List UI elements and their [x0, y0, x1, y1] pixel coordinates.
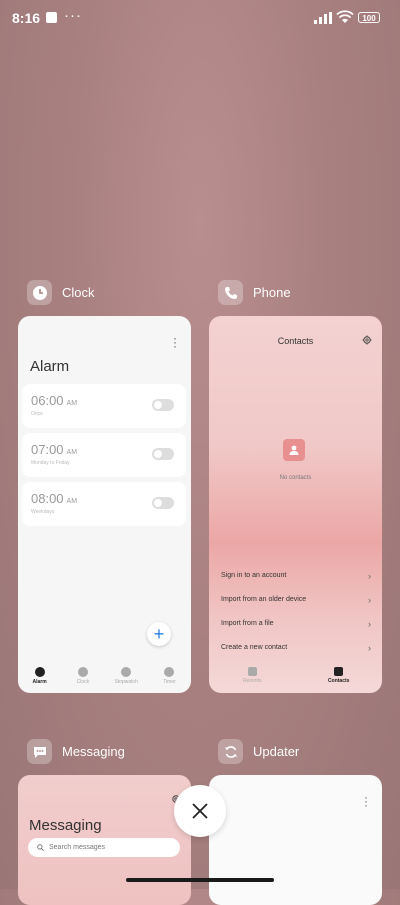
alarm-repeat: Monday to Friday — [31, 460, 70, 466]
clock-app-icon — [27, 280, 52, 305]
close-icon — [192, 803, 208, 819]
status-time: 8:16 — [12, 10, 41, 26]
app-header-clock[interactable]: Clock — [27, 280, 95, 305]
page-title: Contacts — [277, 336, 314, 346]
page-title: Messaging — [29, 817, 102, 834]
clear-all-button[interactable] — [174, 785, 226, 837]
home-indicator[interactable] — [126, 878, 274, 882]
app-header-messaging[interactable]: Messaging — [27, 739, 125, 764]
alarm-time: 07:00 AM — [31, 442, 78, 457]
app-name-phone: Phone — [253, 285, 291, 300]
status-bar: 8:16 ··· 100 — [0, 0, 400, 36]
app-header-updater[interactable]: Updater — [218, 739, 299, 764]
alarm-time: 08:00 AM — [31, 491, 78, 506]
import-file-option[interactable]: Import from a file › — [221, 619, 371, 629]
notification-icon — [46, 12, 57, 23]
sign-in-option[interactable]: Sign in to an account › — [221, 571, 371, 581]
app-name-clock: Clock — [62, 285, 95, 300]
clock-icon — [77, 667, 88, 677]
battery-icon: 100 — [358, 12, 380, 23]
tab-alarm[interactable]: Alarm — [18, 663, 61, 693]
alarm-time: 06:00 AM — [31, 393, 78, 408]
alarm-item[interactable]: 06:00 AM Once — [22, 384, 186, 428]
more-options-icon[interactable]: · · · — [173, 332, 177, 352]
tab-timer[interactable]: Timer — [148, 663, 191, 693]
clock-app-card[interactable]: · · · Alarm 06:00 AM Once 07:00 AM Monday to… — [18, 316, 191, 693]
search-placeholder: Search messages — [49, 844, 106, 851]
page-title: Alarm — [30, 358, 70, 375]
chevron-right-icon: › — [368, 571, 371, 581]
alarm-repeat: Weekdays — [31, 509, 55, 515]
alarm-item[interactable]: 07:00 AM Monday to Friday — [22, 433, 186, 477]
search-input[interactable]: Search messages — [28, 838, 180, 857]
tab-clock[interactable]: Clock — [61, 663, 104, 693]
more-notifications-icon: ··· — [64, 7, 82, 24]
person-icon — [334, 667, 344, 676]
app-name-updater: Updater — [253, 744, 300, 759]
gear-icon[interactable] — [362, 335, 372, 345]
tab-contacts[interactable]: Contacts — [296, 663, 383, 693]
chevron-right-icon: › — [368, 619, 371, 629]
updater-app-card[interactable]: · · · — [209, 775, 382, 905]
empty-contacts-icon — [283, 439, 305, 461]
alarm-repeat: Once — [31, 411, 43, 417]
messaging-app-card[interactable]: Messaging Search messages — [18, 775, 191, 905]
tab-recents[interactable]: Recents — [209, 663, 296, 693]
app-header-phone[interactable]: Phone — [218, 280, 291, 305]
alarm-icon — [34, 667, 45, 677]
app-name-messaging: Messaging — [62, 744, 125, 759]
signal-icon — [314, 12, 332, 24]
stopwatch-icon — [121, 667, 132, 677]
alarm-toggle[interactable] — [152, 497, 174, 509]
phone-app-card[interactable]: Contacts No contacts Sign in to an accou… — [209, 316, 382, 693]
messaging-app-icon — [27, 739, 52, 764]
more-options-icon[interactable]: · · · — [364, 791, 368, 811]
bottom-nav: Alarm Clock Stopwatch Timer — [18, 663, 191, 693]
create-contact-option[interactable]: Create a new contact › — [221, 643, 371, 653]
alarm-toggle[interactable] — [152, 399, 174, 411]
alarm-item[interactable]: 08:00 AM Weekdays — [22, 482, 186, 526]
chevron-right-icon: › — [368, 643, 371, 653]
timer-icon — [164, 667, 175, 677]
bottom-nav: Recents Contacts — [209, 663, 382, 693]
tab-stopwatch[interactable]: Stopwatch — [105, 663, 148, 693]
updater-app-icon — [218, 739, 243, 764]
search-icon — [37, 844, 44, 851]
phone-icon — [247, 667, 257, 676]
import-older-device-option[interactable]: Import from an older device › — [221, 595, 371, 605]
alarm-toggle[interactable] — [152, 448, 174, 460]
phone-app-icon — [218, 280, 243, 305]
empty-state-text: No contacts — [279, 475, 312, 481]
wifi-icon — [336, 10, 354, 23]
chevron-right-icon: › — [368, 595, 371, 605]
add-alarm-button[interactable]: + — [147, 622, 171, 646]
